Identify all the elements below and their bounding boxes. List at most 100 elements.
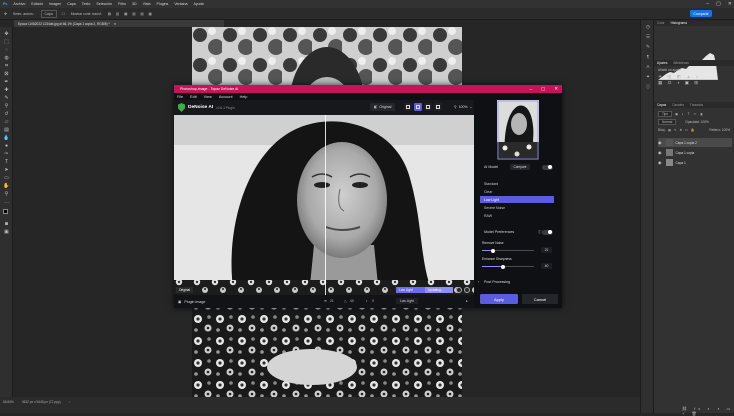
frame-tool-icon[interactable]: ⊠ [3, 71, 10, 77]
crop-tool-icon[interactable]: ⌗ [3, 63, 10, 69]
eraser-tool-icon[interactable]: ▱ [3, 119, 10, 125]
status-arrow-icon[interactable]: › [69, 400, 70, 404]
checkbox-icon[interactable]: ☐ [62, 12, 65, 16]
tab-color[interactable]: Color [657, 21, 665, 25]
quick-mask-icon[interactable]: ◙ [3, 221, 10, 227]
enhance-sharpness-knob[interactable] [501, 264, 505, 269]
menu-edit[interactable]: Edit [190, 95, 197, 99]
glyph-panel-icon[interactable]: ✦ [644, 74, 652, 81]
menu-ventana[interactable]: Ventana [174, 2, 187, 6]
menu-capa[interactable]: Capa [67, 2, 76, 6]
maximize-icon[interactable]: ▢ [541, 86, 545, 92]
split-view-button[interactable] [414, 103, 422, 111]
layer-name[interactable]: Capa 1 [676, 161, 686, 165]
single-view-button[interactable] [404, 103, 412, 111]
opacity-field[interactable]: Opacidad: 100% [685, 120, 709, 124]
menu-filtro[interactable]: Filtro [118, 2, 126, 6]
tab-capas[interactable]: Capas [657, 103, 666, 107]
tab-canales[interactable]: Canales [672, 103, 684, 107]
info-panel-icon[interactable]: ⓘ [644, 84, 652, 91]
refresh-icon[interactable] [456, 287, 462, 293]
align-icons[interactable]: ▤ ▥ ▦ ▧ ▨ ▩ [108, 12, 154, 16]
screen-mode-icon[interactable]: ▣ [3, 229, 10, 235]
visibility-eye-icon[interactable]: ◉ [658, 150, 662, 155]
expand-icon[interactable]: ▸ [466, 299, 468, 303]
layer-name[interactable]: Capa 1 copia [676, 151, 695, 155]
path-select-icon[interactable]: ➤ [3, 167, 10, 173]
auto-select-label[interactable]: Selec. autom.: [13, 12, 35, 16]
cancel-button[interactable]: Cancel [522, 294, 558, 304]
menu-imagen[interactable]: Imagen [49, 2, 61, 6]
more-tools-icon[interactable]: … [3, 199, 10, 205]
move-tool-icon[interactable]: ✥ [3, 31, 10, 37]
side-by-side-button[interactable] [424, 103, 432, 111]
layer-footer-icons[interactable]: ⛓ fx ◐ ◑ ▭ + 🗑 [682, 406, 734, 416]
model-preferences-toggle[interactable] [542, 229, 553, 235]
fill-field[interactable]: Relleno: 100% [709, 128, 730, 132]
share-button[interactable]: Compartir [690, 10, 712, 17]
model-option-clear[interactable]: Clear [480, 188, 554, 195]
stop-icon[interactable] [464, 287, 470, 293]
maximize-icon[interactable]: ▢ [716, 1, 721, 7]
character-panel-icon[interactable]: A [644, 64, 652, 71]
apply-button[interactable]: Apply [480, 294, 518, 304]
minimize-icon[interactable]: – [529, 87, 532, 92]
properties-panel-icon[interactable]: ☰ [644, 34, 652, 41]
brush-panel-icon[interactable]: ✎ [644, 44, 652, 51]
lock-icons[interactable]: ▦ ✎ ✥ ⊡ 🔒 [668, 128, 696, 132]
menu-help[interactable]: Help [240, 95, 248, 99]
model-option-raw[interactable]: RAW [480, 212, 554, 219]
layer-row[interactable]: ◉ Capa 1 copia 2 [658, 138, 732, 147]
healing-tool-icon[interactable]: ✚ [3, 87, 10, 93]
zoom-tool-icon[interactable]: ⚲ [3, 191, 10, 197]
menu-file[interactable]: File [177, 95, 183, 99]
visibility-eye-icon[interactable]: ◉ [658, 140, 662, 145]
menu-vista[interactable]: Vista [143, 2, 151, 6]
show-transform-label[interactable]: Mostrar contr. transf. [71, 12, 102, 16]
gradient-tool-icon[interactable]: ▤ [3, 127, 10, 133]
brush-tool-icon[interactable]: ✎ [3, 95, 10, 101]
lasso-tool-icon[interactable]: ◌ [3, 47, 10, 53]
layer-filter-dropdown[interactable]: Tipo [658, 111, 673, 117]
split-divider-handle[interactable] [325, 115, 326, 295]
tab-bibliotecas[interactable]: Bibliotecas [673, 61, 688, 65]
close-icon[interactable]: ✕ [554, 86, 558, 92]
chevron-right-icon[interactable]: › [478, 280, 479, 284]
layer-row[interactable]: ◉ Capa 1 copia [658, 148, 732, 157]
compare-button[interactable]: Compare [510, 164, 530, 170]
tab-histogram[interactable]: Histograma [671, 21, 687, 25]
history-panel-icon[interactable]: ◷ [644, 24, 652, 31]
document-tab[interactable]: Epoca 11062022 1234ab.jpg al 66,1% (Capa… [14, 20, 224, 27]
auto-select-dropdown[interactable]: Capa [40, 9, 57, 18]
blend-mode-dropdown[interactable]: Normal [658, 119, 677, 125]
tab-ajustes[interactable]: Ajustes [657, 61, 667, 65]
shape-tool-icon[interactable]: ▭ [3, 175, 10, 181]
tab-trazados[interactable]: Trazados [690, 103, 703, 107]
filter-icons[interactable]: ▣ ◐ T ▭ ◧ [675, 112, 705, 116]
model-option-low-light[interactable]: Low Light [480, 196, 554, 203]
layer-name[interactable]: Capa 1 copia 2 [676, 141, 697, 145]
type-tool-icon[interactable]: T [3, 159, 10, 165]
history-brush-icon[interactable]: ↺ [3, 111, 10, 117]
foreground-color-swatch[interactable] [3, 209, 8, 214]
visibility-eye-icon[interactable]: ◉ [658, 160, 662, 165]
pen-tool-icon[interactable]: ✑ [3, 151, 10, 157]
menu-archivo[interactable]: Archivo [13, 2, 25, 6]
hand-tool-icon[interactable]: ✋ [3, 183, 10, 189]
stamp-tool-icon[interactable]: ⚲ [3, 103, 10, 109]
model-option-standard[interactable]: Standard [480, 180, 554, 187]
close-tab-icon[interactable]: ✕ [114, 22, 117, 26]
remove-noise-knob[interactable] [491, 248, 495, 253]
menu-3d[interactable]: 3D [132, 2, 137, 6]
paragraph-panel-icon[interactable]: ¶ [644, 54, 652, 61]
eyedropper-tool-icon[interactable]: ✒ [3, 79, 10, 85]
quick-select-tool-icon[interactable]: ◍ [3, 55, 10, 61]
menu-texto[interactable]: Texto [82, 2, 91, 6]
minimize-icon[interactable]: – [706, 1, 709, 7]
status-zoom[interactable]: 66,66% [3, 400, 14, 404]
menu-view[interactable]: View [204, 95, 212, 99]
layer-row[interactable]: ◉ Capa 1 [658, 158, 732, 167]
blur-tool-icon[interactable]: 💧 [3, 135, 10, 141]
menu-account[interactable]: Account [219, 95, 233, 99]
menu-plugins[interactable]: Plugins [157, 2, 169, 6]
